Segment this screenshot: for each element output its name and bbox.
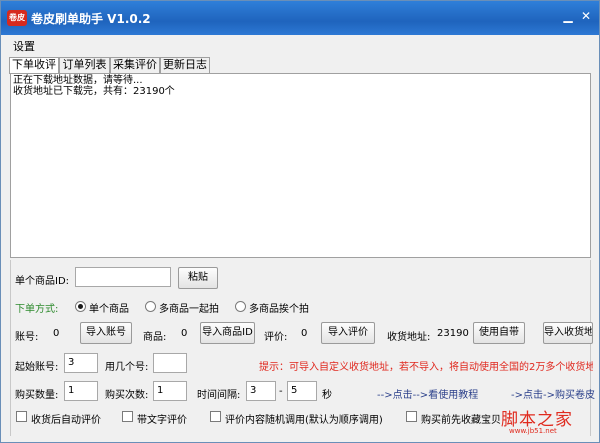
random-review-label: 评价内容随机调用(默认为顺序调用) xyxy=(225,415,383,426)
watermark-url: www.jb51.net xyxy=(509,427,557,435)
interval-dash: - xyxy=(279,386,283,397)
log-output[interactable]: 正在下载地址数据，请等待... 收货地址已下载完，共有：23190个 xyxy=(10,73,591,258)
times-label: 购买次数: xyxy=(105,390,149,401)
window-title: 卷皮刷单助手 V1.0.2 xyxy=(31,12,151,26)
favorite-first-checkbox[interactable] xyxy=(406,411,417,422)
qty-label: 购买数量: xyxy=(15,390,59,401)
import-reviews-button[interactable]: 导入评价 xyxy=(321,322,375,344)
import-product-ids-button[interactable]: 导入商品ID xyxy=(200,322,255,344)
review-count: 0 xyxy=(301,328,308,339)
address-label: 收货地址: xyxy=(387,332,431,343)
use-builtin-address-button[interactable]: 使用自带 xyxy=(473,322,525,344)
qty-input[interactable]: 1 xyxy=(64,381,98,401)
account-label: 账号: xyxy=(15,332,39,343)
auto-review-label: 收货后自动评价 xyxy=(31,415,101,426)
radio-single-item[interactable] xyxy=(75,301,86,312)
single-item-label: 单个商品ID: xyxy=(15,276,70,287)
interval-unit: 秒 xyxy=(322,390,332,401)
product-count: 0 xyxy=(181,328,188,339)
title-bar[interactable]: 卷皮 卷皮刷单助手 V1.0.2 ▁ ✕ xyxy=(1,1,599,35)
interval-from-input[interactable]: 3 xyxy=(246,381,276,401)
product-label: 商品: xyxy=(143,332,167,343)
radio-multi-together[interactable] xyxy=(145,301,156,312)
radio-multi-together-label: 多商品一起拍 xyxy=(159,304,219,315)
radio-multi-sequential[interactable] xyxy=(235,301,246,312)
radio-single-item-label: 单个商品 xyxy=(89,304,129,315)
app-window: 卷皮 卷皮刷单助手 V1.0.2 ▁ ✕ 设置 下单收评 订单列表 采集评价 更… xyxy=(0,0,600,443)
auto-review-checkbox[interactable] xyxy=(16,411,27,422)
tab-order-review[interactable]: 下单收评 xyxy=(9,57,59,74)
review-label: 评价: xyxy=(264,332,288,343)
times-input[interactable]: 1 xyxy=(153,381,187,401)
start-account-input[interactable]: 3 xyxy=(64,353,98,373)
address-count: 23190 xyxy=(437,328,469,339)
import-accounts-button[interactable]: 导入账号 xyxy=(80,322,132,344)
text-review-label: 带文字评价 xyxy=(137,415,187,426)
order-mode-label: 下单方式: xyxy=(15,304,59,315)
tab-update-log[interactable]: 更新日志 xyxy=(160,57,210,73)
log-line: 正在下载地址数据，请等待... xyxy=(13,75,143,86)
app-logo-icon: 卷皮 xyxy=(7,10,27,26)
close-button[interactable]: ✕ xyxy=(579,9,593,23)
text-review-checkbox[interactable] xyxy=(122,411,133,422)
tab-order-list[interactable]: 订单列表 xyxy=(59,57,110,73)
tab-collect-reviews[interactable]: 采集评价 xyxy=(110,57,160,73)
address-hint: 提示：可导入自定义收货地址，若不导入，将自动使用全国的2万多个收货地 xyxy=(259,362,593,373)
menu-bar: 设置 xyxy=(1,35,599,55)
import-address-button[interactable]: 导入收货地 xyxy=(543,322,593,344)
paste-button[interactable]: 粘贴 xyxy=(178,267,218,289)
account-count: 0 xyxy=(53,328,60,339)
start-account-label: 起始账号: xyxy=(15,362,59,373)
use-count-label: 用几个号: xyxy=(105,362,149,373)
menu-settings[interactable]: 设置 xyxy=(13,38,35,54)
minimize-button[interactable]: ▁ xyxy=(561,9,575,23)
use-count-input[interactable] xyxy=(153,353,187,373)
single-item-input[interactable] xyxy=(75,267,171,287)
random-review-checkbox[interactable] xyxy=(210,411,221,422)
favorite-first-label: 购买前先收藏宝贝 xyxy=(421,415,501,426)
interval-label: 时间间隔: xyxy=(197,390,241,401)
site-watermark: 脚本之家 www.jb51.net xyxy=(501,405,599,437)
radio-multi-sequential-label: 多商品挨个拍 xyxy=(249,304,309,315)
log-line: 收货地址已下载完，共有：23190个 xyxy=(13,86,175,97)
tutorial-link[interactable]: -->点击-->看使用教程 xyxy=(377,386,478,401)
interval-to-input[interactable]: 5 xyxy=(287,381,317,401)
buy-juanpi-link[interactable]: ->点击->购买卷皮 xyxy=(511,386,595,401)
